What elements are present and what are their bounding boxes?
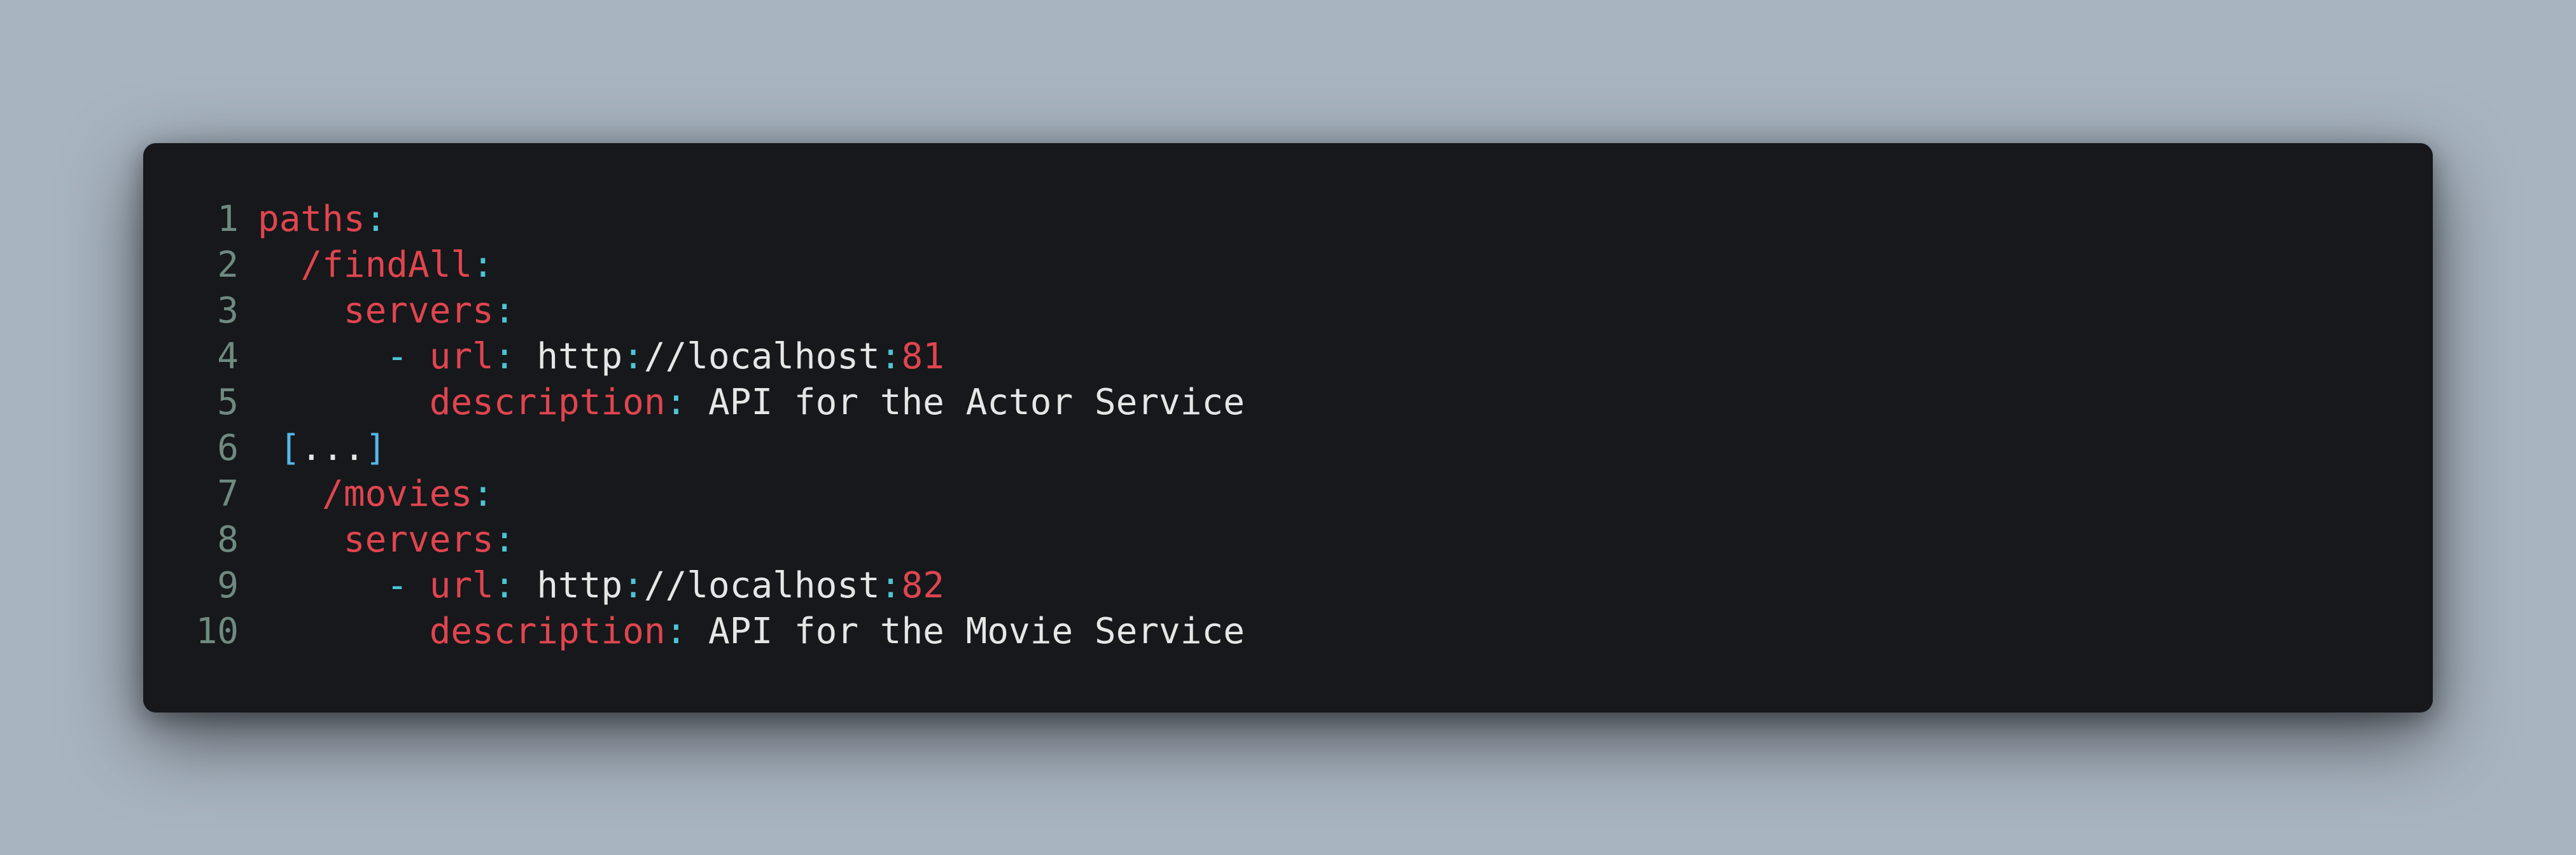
yaml-key: url <box>429 336 494 377</box>
yaml-key: description <box>429 611 666 652</box>
port-colon: : <box>879 565 902 606</box>
yaml-value: API for the Movie Service <box>708 611 1245 652</box>
yaml-colon: : <box>472 244 494 286</box>
url-colon: : <box>622 336 644 377</box>
yaml-key: description <box>429 382 666 423</box>
yaml-colon: : <box>365 198 387 240</box>
code-body: 1 paths: 2 /findAll: 3 servers: 4 - url:… <box>143 197 2433 655</box>
bracket-open: [ <box>279 428 301 469</box>
code-line-6: 6 [...] <box>143 426 2433 471</box>
port-colon: : <box>879 336 902 377</box>
line-number: 4 <box>217 336 239 377</box>
line-content: description: API for the Movie Service <box>239 609 1245 655</box>
yaml-colon: : <box>493 565 537 606</box>
line-content: [...] <box>239 426 387 471</box>
line-number: 7 <box>217 473 239 515</box>
yaml-dash: - <box>386 336 430 377</box>
url-scheme: http <box>536 336 623 377</box>
code-line-5: 5 description: API for the Actor Service <box>143 380 2433 426</box>
line-number: 10 <box>195 611 239 652</box>
yaml-colon: : <box>493 519 515 560</box>
line-content: - url: http://localhost:82 <box>239 563 944 609</box>
line-number: 2 <box>217 244 239 286</box>
yaml-key: url <box>429 565 494 606</box>
code-window: 1 paths: 2 /findAll: 3 servers: 4 - url:… <box>143 143 2433 712</box>
line-content: servers: <box>239 288 515 334</box>
yaml-colon: : <box>665 611 709 652</box>
line-number: 3 <box>217 290 239 331</box>
ellipsis: ... <box>300 428 365 469</box>
url-port: 82 <box>901 565 944 606</box>
yaml-key: servers <box>343 290 494 331</box>
line-number: 5 <box>217 382 239 423</box>
yaml-value: API for the Actor Service <box>708 382 1245 423</box>
yaml-dash: - <box>386 565 430 606</box>
yaml-colon: : <box>472 473 494 515</box>
line-number: 6 <box>217 428 239 469</box>
line-content: /findAll: <box>239 242 494 288</box>
code-line-3: 3 servers: <box>143 288 2433 334</box>
line-content: paths: <box>239 197 386 242</box>
code-line-8: 8 servers: <box>143 517 2433 563</box>
yaml-key: /movies <box>322 473 473 515</box>
line-number: 1 <box>217 198 239 240</box>
yaml-colon: : <box>493 290 515 331</box>
line-content: description: API for the Actor Service <box>239 380 1245 426</box>
line-content: - url: http://localhost:81 <box>239 334 944 380</box>
yaml-key: servers <box>343 519 494 560</box>
yaml-colon: : <box>665 382 709 423</box>
url-host: //localhost <box>643 336 880 377</box>
code-line-2: 2 /findAll: <box>143 242 2433 288</box>
bracket-close: ] <box>365 428 387 469</box>
line-content: /movies: <box>239 471 494 517</box>
line-content: servers: <box>239 517 515 563</box>
line-number: 8 <box>217 519 239 560</box>
yaml-colon: : <box>493 336 537 377</box>
line-number: 9 <box>217 565 239 606</box>
code-line-4: 4 - url: http://localhost:81 <box>143 334 2433 380</box>
url-scheme: http <box>536 565 623 606</box>
code-line-10: 10 description: API for the Movie Servic… <box>143 609 2433 655</box>
url-port: 81 <box>901 336 944 377</box>
yaml-key: paths <box>258 198 365 240</box>
code-line-9: 9 - url: http://localhost:82 <box>143 563 2433 609</box>
code-line-7: 7 /movies: <box>143 471 2433 517</box>
code-line-1: 1 paths: <box>143 197 2433 242</box>
url-host: //localhost <box>643 565 880 606</box>
url-colon: : <box>622 565 644 606</box>
yaml-key: /findAll <box>300 244 473 286</box>
